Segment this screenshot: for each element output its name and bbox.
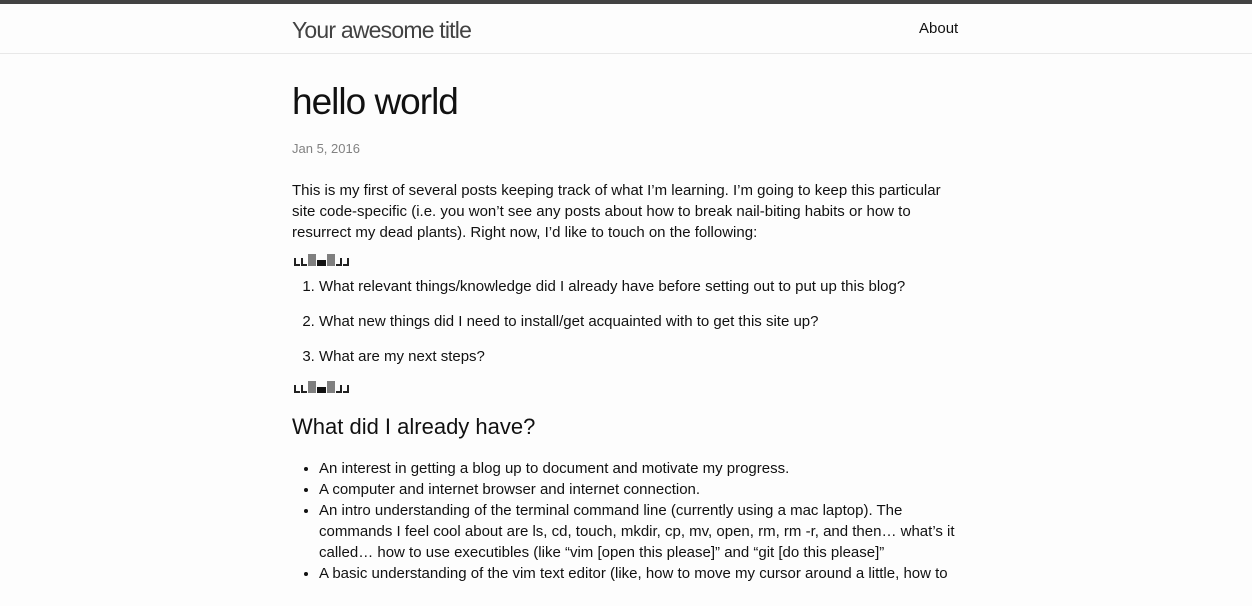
decorative-separator	[294, 252, 960, 266]
intro-paragraph: This is my first of several posts keepin…	[292, 182, 941, 241]
questions-list: What relevant things/knowledge did I alr…	[292, 276, 960, 367]
site-title-link[interactable]: Your awesome title	[292, 16, 472, 44]
list-item: What new things did I need to install/ge…	[319, 311, 960, 332]
list-item: A basic understanding of the vim text ed…	[319, 563, 960, 584]
list-item: What relevant things/knowledge did I alr…	[319, 276, 960, 297]
list-item: An intro understanding of the terminal c…	[319, 500, 960, 563]
list-item: A computer and internet browser and inte…	[319, 479, 960, 500]
list-item: An interest in getting a blog up to docu…	[319, 458, 960, 479]
post-content: hello world Jan 5, 2016 This is my first…	[292, 54, 960, 584]
decorative-separator	[294, 379, 960, 393]
nav-link-about[interactable]: About	[919, 19, 958, 39]
list-item: What are my next steps?	[319, 346, 960, 367]
post-date: Jan 5, 2016	[292, 141, 360, 156]
haves-list: An interest in getting a blog up to docu…	[292, 458, 960, 584]
post-title: hello world	[292, 81, 459, 122]
section-heading: What did I already have?	[292, 414, 536, 439]
site-header: Your awesome title About	[0, 4, 1252, 54]
